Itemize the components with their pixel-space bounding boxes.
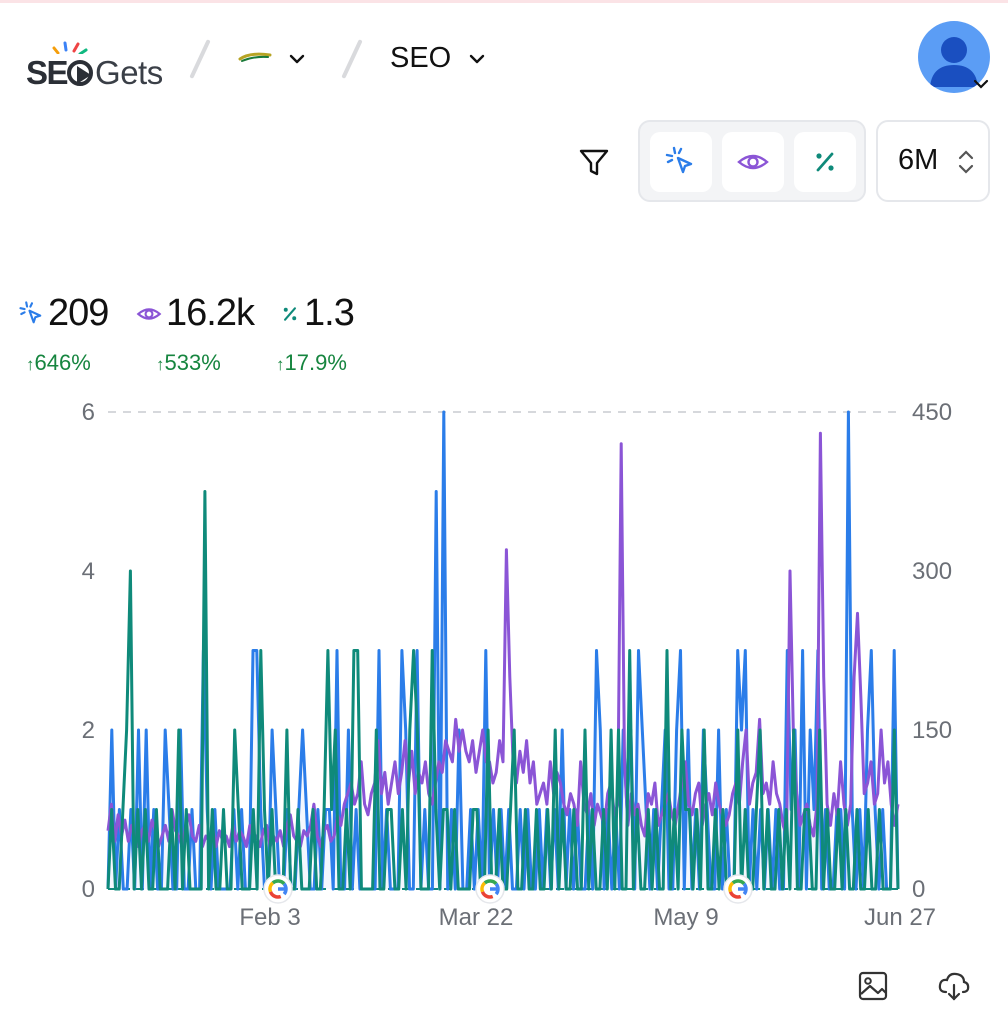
x-tick-label: May 9 — [653, 904, 718, 931]
impressions-stat: 16.2k — [136, 292, 266, 336]
cursor-click-icon — [19, 301, 42, 324]
y-right-tick-label: 450 — [912, 399, 952, 426]
clicks-value: 209 — [48, 292, 109, 334]
x-tick-label: Jun 27 — [864, 904, 936, 931]
series-line — [106, 431, 900, 849]
impressions-toggle[interactable] — [722, 132, 784, 192]
y-right-tick-label: 300 — [912, 558, 952, 585]
up-arrow-icon: ↑ — [276, 355, 285, 374]
y-left-tick-label: 4 — [82, 558, 95, 585]
up-arrow-icon: ↑ — [26, 355, 35, 374]
clicks-toggle[interactable] — [650, 132, 712, 192]
chevron-down-icon — [289, 54, 305, 64]
breadcrumb-separator — [189, 39, 211, 79]
ctr-value: 1.3 — [304, 292, 355, 334]
performance-chart[interactable]: 0 2 4 6 0 150 300 450 Feb 3 Mar 22 May 9 Jun 27 — [0, 395, 1008, 935]
seogets-logo[interactable]: SE Gets — [26, 40, 181, 91]
avatar-chevron-icon — [973, 79, 989, 89]
y-left-tick-label: 0 — [82, 876, 95, 903]
x-tick-label: Feb 3 — [239, 904, 300, 931]
y-right-tick-label: 150 — [912, 717, 952, 744]
chevron-down-icon — [469, 54, 485, 64]
y-right-tick-label: 0 — [912, 876, 925, 903]
project-label: SEO — [390, 42, 452, 74]
cloud-download-icon — [938, 972, 970, 1001]
filter-button[interactable] — [574, 142, 614, 182]
logo-text-gets: Gets — [95, 54, 163, 91]
app-header: SE Gets SEO — [0, 14, 1008, 104]
cursor-click-icon — [665, 146, 693, 174]
date-range-selector[interactable]: 6M — [876, 120, 990, 202]
logo-sparks-icon — [52, 41, 88, 54]
up-arrow-icon: ↑ — [156, 355, 165, 374]
project-selector[interactable]: SEO — [388, 38, 498, 78]
eye-icon — [136, 308, 162, 320]
google-update-marker-icon[interactable] — [475, 874, 505, 904]
clicks-delta: ↑646% — [26, 350, 91, 375]
impressions-value: 16.2k — [166, 292, 255, 334]
percent-icon — [283, 307, 297, 321]
breadcrumb-separator — [341, 39, 363, 79]
top-border — [0, 0, 1008, 3]
logo-play-icon — [67, 60, 94, 86]
date-range-label: 6M — [898, 144, 939, 176]
filter-icon — [579, 149, 609, 176]
download-button[interactable] — [936, 968, 972, 1004]
y-left-tick-label: 2 — [82, 717, 95, 744]
ctr-toggle[interactable] — [794, 132, 856, 192]
google-update-marker-icon[interactable] — [263, 874, 293, 904]
percent-icon — [816, 152, 834, 172]
export-image-button[interactable] — [856, 968, 892, 1004]
google-update-marker-icon[interactable] — [723, 874, 753, 904]
ctr-stat: 1.3 — [278, 292, 368, 336]
clicks-stat: 209 — [18, 292, 128, 336]
metric-toggle-group — [638, 120, 866, 202]
site-favicon-icon — [238, 52, 272, 62]
eye-icon — [737, 154, 769, 170]
chevron-up-down-icon — [958, 150, 974, 174]
logo-text-seo: SE — [26, 54, 69, 91]
image-export-icon — [858, 971, 888, 1001]
y-left-tick-label: 6 — [82, 399, 95, 426]
ctr-delta: ↑17.9% — [276, 350, 347, 375]
x-tick-label: Mar 22 — [439, 904, 514, 931]
impressions-delta: ↑533% — [156, 350, 221, 375]
site-selector[interactable] — [236, 44, 316, 76]
